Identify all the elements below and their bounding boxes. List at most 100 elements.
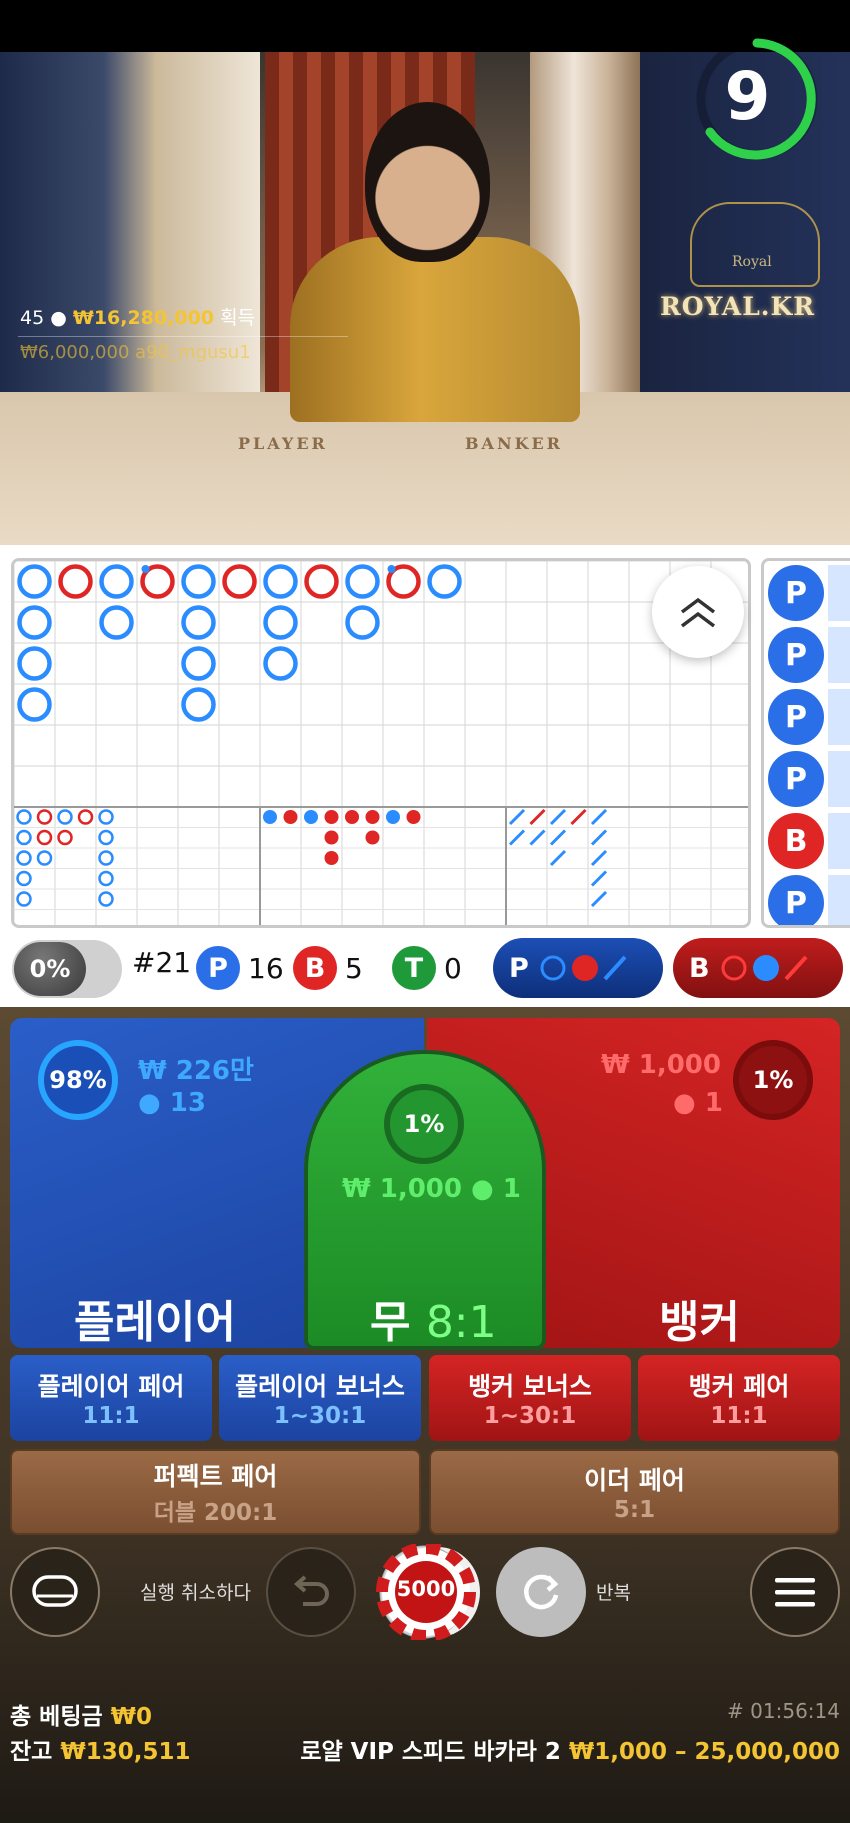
total-bet: 총 베팅금 ₩0 bbox=[10, 1704, 153, 1730]
pair-dot bbox=[387, 565, 396, 573]
road-map[interactable] bbox=[11, 558, 751, 928]
undo-button[interactable] bbox=[266, 1547, 356, 1637]
cockroach-road-mark bbox=[590, 870, 608, 887]
menu-button[interactable] bbox=[750, 1547, 840, 1637]
big-road-mark bbox=[17, 605, 52, 640]
tie-percent-ring: 1% bbox=[384, 1084, 464, 1164]
small-road-mark bbox=[345, 810, 359, 824]
countdown-timer-value: 9 bbox=[724, 58, 771, 135]
big-eye-road-mark bbox=[36, 829, 53, 846]
royal-crest-logo: Royal bbox=[690, 202, 820, 287]
user-icon: ● bbox=[138, 1088, 161, 1118]
royal-kr-logo: ROYAL.KR bbox=[660, 292, 815, 321]
big-eye-road-mark bbox=[98, 850, 114, 866]
round-id: # 01:56:14 bbox=[727, 1699, 840, 1723]
cockroach-road-mark bbox=[590, 890, 608, 908]
derived-road-marks bbox=[16, 808, 608, 908]
big-road-mark bbox=[304, 564, 339, 599]
big-eye-road-mark bbox=[16, 891, 32, 907]
total-bet-value: ₩0 bbox=[110, 1704, 153, 1730]
repeat-label: 반복 bbox=[596, 1582, 631, 1604]
bead-column-partial bbox=[828, 565, 850, 925]
user-icon: ● bbox=[673, 1088, 696, 1118]
dealer-head bbox=[365, 102, 490, 262]
chip-selector[interactable]: 5000 bbox=[370, 1544, 482, 1640]
winners-count: 45 bbox=[20, 307, 45, 329]
big-eye-road-mark bbox=[16, 850, 32, 866]
cockroach-road-mark bbox=[508, 808, 526, 826]
table-banker-text: BANKER bbox=[465, 434, 563, 453]
tie-count: T 0 bbox=[392, 946, 462, 990]
cockroach-road-mark bbox=[549, 808, 567, 826]
player-count: P 16 bbox=[196, 946, 284, 990]
banker-predict-button[interactable]: B bbox=[673, 938, 843, 998]
big-road-mark bbox=[181, 646, 216, 681]
predict-pattern-icon bbox=[721, 955, 808, 981]
small-road-mark bbox=[263, 810, 277, 824]
bead-road-strip: P P P P B P bbox=[761, 558, 850, 928]
cockroach-road-mark bbox=[590, 849, 608, 867]
big-road-mark bbox=[263, 646, 298, 681]
cockroach-road-mark bbox=[549, 849, 567, 867]
tie-bet-spot[interactable]: 1% ₩ 1,000 ● 1 무 8:1 bbox=[304, 1050, 546, 1350]
big-eye-road-mark bbox=[98, 809, 114, 825]
small-road-mark bbox=[304, 810, 318, 824]
banker-bonus-bet[interactable]: 뱅커 보너스 1~30:1 bbox=[429, 1355, 631, 1441]
small-road-mark bbox=[324, 851, 339, 865]
cockroach-road-mark bbox=[549, 829, 567, 846]
perfect-pair-bet[interactable]: 퍼펙트 페어 더블 200:1 bbox=[10, 1449, 421, 1535]
player-pair-bet[interactable]: 플레이어 페어 11:1 bbox=[10, 1355, 212, 1441]
banker-badge: B bbox=[293, 946, 337, 990]
bead-chip: P bbox=[768, 689, 824, 745]
player-bonus-bet[interactable]: 플레이어 보너스 1~30:1 bbox=[219, 1355, 421, 1441]
chip-value: 5000 bbox=[396, 1577, 456, 1601]
either-pair-bet[interactable]: 이더 페어 5:1 bbox=[429, 1449, 840, 1535]
bead-chip: B bbox=[768, 813, 824, 869]
double-chevron-up-icon bbox=[680, 597, 716, 628]
small-road-mark bbox=[324, 830, 339, 845]
tie-badge: T bbox=[392, 946, 436, 990]
cockroach-road-mark bbox=[529, 829, 546, 846]
repeat-icon bbox=[524, 1574, 559, 1610]
banker-bet-amount: ₩ 1,000 bbox=[601, 1050, 721, 1080]
dealer-figure bbox=[290, 237, 580, 422]
user-icon: ● bbox=[471, 1174, 494, 1204]
big-eye-road-mark bbox=[36, 850, 53, 866]
player-predict-button[interactable]: P bbox=[493, 938, 663, 998]
table-view-icon bbox=[32, 1575, 78, 1607]
big-road-mark bbox=[99, 605, 134, 640]
big-road-mark bbox=[17, 646, 52, 681]
big-road-mark bbox=[181, 564, 216, 599]
balance-value: ₩130,511 bbox=[60, 1739, 191, 1765]
road-map-grid bbox=[14, 561, 748, 925]
big-road-mark bbox=[17, 564, 52, 599]
banker-percent-ring: 1% bbox=[733, 1040, 813, 1120]
big-road-mark bbox=[345, 605, 380, 640]
expand-roadmap-button[interactable] bbox=[652, 566, 744, 658]
winners-summary: 45 ● ₩16,280,000 획득 bbox=[20, 303, 255, 330]
banker-pair-bet[interactable]: 뱅커 페어 11:1 bbox=[638, 1355, 840, 1441]
winners-divider bbox=[18, 336, 348, 337]
bead-chip: P bbox=[768, 627, 824, 683]
percent-toggle-knob[interactable]: 0% bbox=[14, 942, 86, 996]
balance: 잔고 ₩130,511 bbox=[10, 1739, 191, 1765]
grid-lines bbox=[14, 561, 748, 925]
big-eye-road-mark bbox=[98, 870, 114, 887]
player-bet-users: ● 13 bbox=[138, 1088, 206, 1118]
banker-bet-label: 뱅커 bbox=[659, 1297, 740, 1348]
small-road-mark bbox=[365, 810, 380, 824]
small-road-mark bbox=[386, 810, 400, 824]
bead-chip: P bbox=[768, 565, 824, 621]
cockroach-road-mark bbox=[508, 829, 526, 846]
player-percent-ring: 98% bbox=[38, 1040, 118, 1120]
big-road-mark bbox=[263, 605, 298, 640]
chat-button[interactable] bbox=[10, 1547, 100, 1637]
repeat-button[interactable] bbox=[496, 1547, 586, 1637]
undo-icon bbox=[293, 1575, 329, 1606]
cockroach-road-mark bbox=[570, 808, 587, 826]
big-road-marks bbox=[17, 564, 462, 722]
player-bet-label: 플레이어 bbox=[74, 1297, 236, 1348]
big-road-mark bbox=[181, 605, 216, 640]
big-eye-road-mark bbox=[16, 829, 32, 846]
small-road-mark bbox=[365, 830, 380, 845]
